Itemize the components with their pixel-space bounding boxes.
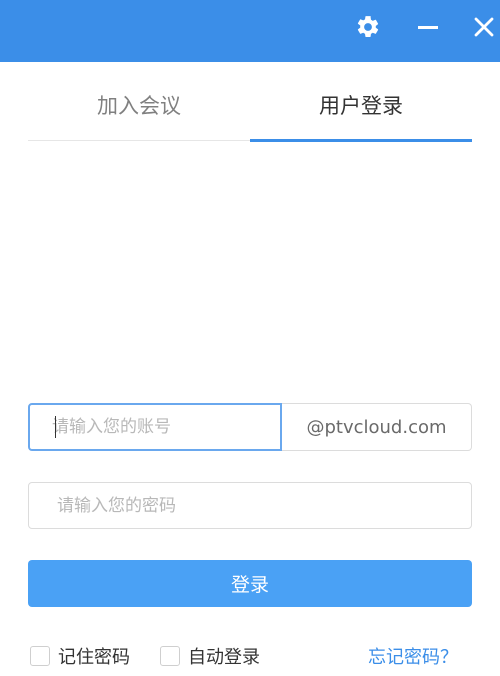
tab-user-login[interactable]: 用户登录 [250,70,472,140]
account-field-group: @ptvcloud.com [28,403,472,451]
tab-join-meeting[interactable]: 加入会议 [28,70,250,140]
login-window: 加入会议 用户登录 @ptvcloud.com 登录 记住密码 自动登录 忘记密… [0,0,500,676]
settings-button[interactable] [350,11,386,47]
checkbox-box[interactable] [30,646,50,666]
text-cursor [55,416,56,438]
auto-login-checkbox[interactable]: 自动登录 [160,643,260,669]
title-bar [0,0,500,62]
login-button[interactable]: 登录 [28,560,472,607]
minimize-button[interactable] [410,11,446,47]
domain-suffix: @ptvcloud.com [282,403,472,451]
remember-password-checkbox[interactable]: 记住密码 [30,643,130,669]
minus-icon [417,16,439,42]
password-input[interactable] [28,482,472,529]
gear-icon [355,14,381,44]
close-button[interactable] [466,11,500,47]
checkbox-box[interactable] [160,646,180,666]
tab-bar: 加入会议 用户登录 [28,70,472,142]
close-icon [474,17,494,41]
forgot-password-link[interactable]: 忘记密码？ [368,643,458,669]
auto-login-label: 自动登录 [188,647,260,668]
active-tab-indicator [250,139,472,142]
remember-password-label: 记住密码 [58,647,130,668]
account-input[interactable] [28,403,282,451]
